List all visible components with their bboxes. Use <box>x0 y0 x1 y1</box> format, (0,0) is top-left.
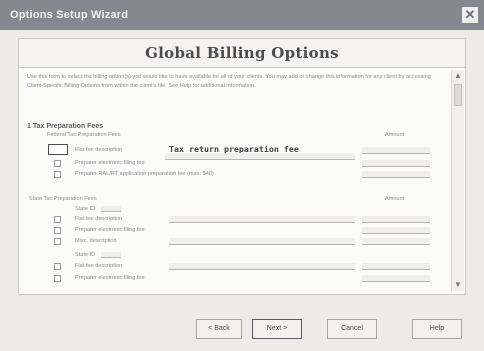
page-title: Global Billing Options <box>145 44 339 62</box>
flat-fee-description-field[interactable] <box>165 153 355 160</box>
state-flat-fee-amount-field-2[interactable] <box>362 263 430 270</box>
scroll-thumb[interactable] <box>454 84 462 106</box>
close-icon: ✕ <box>464 7 476 22</box>
state-fees-label: State Tax Preparation Fees <box>29 196 97 202</box>
ral-fee-amount-field[interactable] <box>362 171 430 178</box>
efile-fee-label: Preparer electronic filing fee <box>75 160 145 166</box>
state-id-field[interactable] <box>101 206 121 212</box>
ral-fee-checkbox[interactable] <box>54 171 61 178</box>
state-misc-checkbox[interactable] <box>54 238 61 245</box>
section-title-tax-preparation-fees: 1 Tax Preparation Fees <box>27 123 104 130</box>
federal-amount-label: Amount <box>385 132 405 138</box>
next-button[interactable]: Next > <box>252 319 302 339</box>
efile-fee-amount-field[interactable] <box>362 160 430 167</box>
heading-band: Global Billing Options <box>18 38 466 68</box>
state-id-field-2[interactable] <box>101 252 121 258</box>
federal-fees-label: Federal Tax Preparation Fees <box>47 132 121 138</box>
vertical-scrollbar[interactable]: ▲ ▼ <box>451 70 464 291</box>
state-efile-fee-label: Preparer electronic filing fee <box>75 227 145 233</box>
intro-text: Use this form to select the billing opti… <box>27 74 431 89</box>
state-flat-fee-description-field[interactable] <box>169 216 355 223</box>
options-setup-wizard-window: Options Setup Wizard ✕ Global Billing Op… <box>0 0 484 351</box>
title-bar: Options Setup Wizard ✕ <box>0 0 484 30</box>
help-button[interactable]: Help <box>412 319 462 339</box>
state-efile-fee-checkbox-2[interactable] <box>54 275 61 282</box>
state-flat-fee-label-2: Flat fee description <box>75 263 123 269</box>
state-amount-label: Amount <box>385 196 405 202</box>
state-flat-fee-checkbox[interactable] <box>54 216 61 223</box>
flat-fee-amount-field[interactable] <box>362 147 430 154</box>
state-id-label: State ID <box>75 206 96 212</box>
cancel-button[interactable]: Cancel <box>327 319 377 339</box>
state-misc-description-field[interactable] <box>169 238 355 245</box>
window-title: Options Setup Wizard <box>10 9 129 21</box>
back-button[interactable]: < Back <box>196 319 242 339</box>
state-flat-fee-amount-field[interactable] <box>362 216 430 223</box>
scroll-down-arrow-icon[interactable]: ▼ <box>452 279 464 291</box>
state-efile-fee-amount-field[interactable] <box>362 227 430 234</box>
button-bar: < Back Next > Cancel Help <box>0 296 484 351</box>
state-flat-fee-checkbox-2[interactable] <box>54 263 61 270</box>
state-misc-amount-field[interactable] <box>362 238 430 245</box>
state-misc-label: Misc. description <box>75 238 117 244</box>
state-efile-fee-amount-field-2[interactable] <box>362 275 430 282</box>
state-flat-fee-description-field-2[interactable] <box>169 263 355 270</box>
state-flat-fee-label: Flat fee description <box>75 216 123 222</box>
options-panel: Use this form to select the billing opti… <box>18 68 466 295</box>
state-id-label-2: State ID <box>75 252 96 258</box>
close-button[interactable]: ✕ <box>462 7 478 23</box>
flat-fee-description-label: Flat fee description <box>75 147 123 153</box>
flat-fee-checkbox[interactable] <box>48 144 68 155</box>
ral-fee-label: Preparer RAL/RT application preparation … <box>75 171 214 177</box>
state-efile-fee-checkbox[interactable] <box>54 227 61 234</box>
scroll-up-arrow-icon[interactable]: ▲ <box>452 70 464 82</box>
state-efile-fee-label-2: Preparer electronic filing fee <box>75 275 145 281</box>
efile-fee-checkbox[interactable] <box>54 160 61 167</box>
